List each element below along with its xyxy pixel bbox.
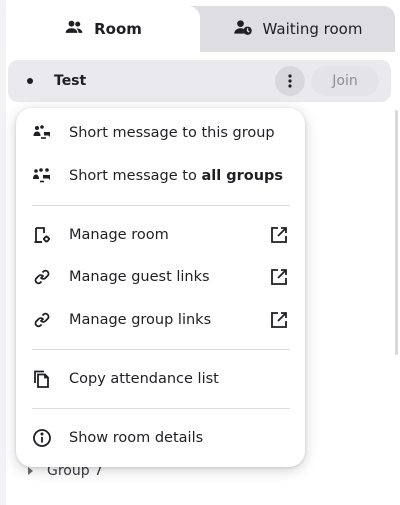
menu-item-message-group[interactable]: Short message to this group bbox=[16, 113, 305, 153]
menu-item-room-details[interactable]: Show room details bbox=[16, 418, 305, 458]
menu-item-label: Short message to all groups bbox=[69, 168, 284, 184]
menu-item-label: Short message to this group bbox=[69, 125, 275, 141]
external-link-icon bbox=[269, 267, 289, 287]
tab-room-label: Room bbox=[94, 20, 142, 38]
menu-divider bbox=[32, 408, 290, 409]
tab-waiting-room[interactable]: Waiting room bbox=[200, 6, 395, 52]
link-icon bbox=[32, 310, 52, 330]
menu-item-label: Show room details bbox=[69, 430, 204, 446]
menu-item-label: Copy attendance list bbox=[69, 371, 219, 387]
link-icon bbox=[32, 267, 52, 287]
join-button[interactable]: Join bbox=[311, 66, 379, 96]
tab-bar: Room Waiting room bbox=[6, 6, 395, 52]
external-link-icon bbox=[269, 310, 289, 330]
chevron-right-icon bbox=[28, 467, 33, 475]
group-message-icon bbox=[32, 123, 52, 143]
group-name: Test bbox=[54, 73, 87, 89]
menu-item-label: Manage group links bbox=[69, 312, 212, 328]
group-context-menu: Short message to this group Short messag… bbox=[16, 108, 305, 467]
menu-divider bbox=[32, 205, 290, 206]
status-dot bbox=[27, 78, 33, 84]
waiting-room-icon bbox=[233, 17, 253, 41]
menu-item-label: Manage room bbox=[69, 227, 169, 243]
more-options-button[interactable] bbox=[275, 66, 305, 96]
menu-item-manage-group-links[interactable]: Manage group links bbox=[16, 300, 305, 340]
menu-item-manage-guest-links[interactable]: Manage guest links bbox=[16, 257, 305, 297]
manage-room-icon bbox=[32, 225, 52, 245]
menu-item-copy-attendance[interactable]: Copy attendance list bbox=[16, 359, 305, 399]
group-row-test[interactable]: Test Join bbox=[8, 60, 391, 102]
info-icon bbox=[32, 428, 52, 448]
copy-icon bbox=[32, 369, 52, 389]
broadcast-message-icon bbox=[32, 166, 52, 186]
menu-item-manage-room[interactable]: Manage room bbox=[16, 215, 305, 255]
tab-room[interactable]: Room bbox=[6, 6, 200, 52]
scrollbar[interactable] bbox=[395, 110, 398, 355]
menu-divider bbox=[32, 349, 290, 350]
panel-edge bbox=[0, 0, 6, 505]
menu-item-message-all-groups[interactable]: Short message to all groups bbox=[16, 156, 305, 196]
tab-waiting-room-label: Waiting room bbox=[262, 20, 363, 38]
menu-item-label: Manage guest links bbox=[69, 269, 210, 285]
people-icon bbox=[64, 17, 84, 41]
kebab-icon bbox=[288, 74, 292, 88]
external-link-icon bbox=[269, 225, 289, 245]
